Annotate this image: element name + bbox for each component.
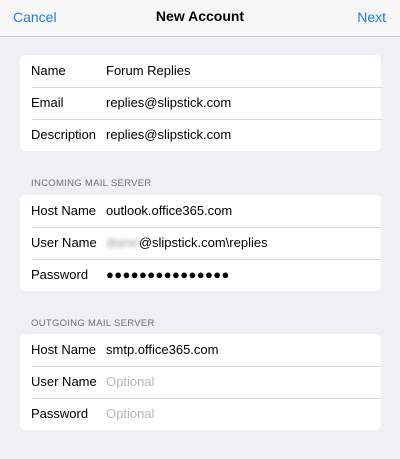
incoming-password-field[interactable]: ●●●●●●●●●●●●●●● <box>106 259 375 291</box>
outgoing-password-field[interactable]: Optional <box>106 398 375 430</box>
outgoing-host-field[interactable]: smtp.office365.com <box>106 334 375 366</box>
email-field[interactable]: replies@slipstick.com <box>106 87 375 119</box>
incoming-password-row[interactable]: Password ●●●●●●●●●●●●●●● <box>20 259 381 291</box>
outgoing-user-label: User Name <box>31 374 97 389</box>
incoming-user-domain: @slipstick.com\replies <box>138 235 268 250</box>
incoming-user-row[interactable]: User Name diane@slipstick.com\replies <box>20 227 381 259</box>
name-label: Name <box>31 63 66 78</box>
description-row[interactable]: Description replies@slipstick.com <box>20 119 381 151</box>
incoming-server-header: INCOMING MAIL SERVER <box>31 178 152 189</box>
incoming-user-field[interactable]: diane@slipstick.com\replies <box>106 227 375 259</box>
outgoing-user-row[interactable]: User Name Optional <box>20 366 381 398</box>
navigation-bar: Cancel New Account Next <box>0 0 400 37</box>
obscured-username: diane <box>106 235 138 250</box>
incoming-user-label: User Name <box>31 235 97 250</box>
outgoing-host-label: Host Name <box>31 342 97 357</box>
incoming-host-label: Host Name <box>31 203 97 218</box>
name-field[interactable]: Forum Replies <box>106 55 375 87</box>
name-row[interactable]: Name Forum Replies <box>20 55 381 87</box>
incoming-password-label: Password <box>31 267 89 282</box>
email-row[interactable]: Email replies@slipstick.com <box>20 87 381 119</box>
email-label: Email <box>31 95 64 110</box>
incoming-server-group: Host Name outlook.office365.com User Nam… <box>20 195 381 291</box>
outgoing-server-group: Host Name smtp.office365.com User Name O… <box>20 334 381 430</box>
outgoing-host-row[interactable]: Host Name smtp.office365.com <box>20 334 381 366</box>
description-label: Description <box>31 127 97 142</box>
outgoing-password-row[interactable]: Password Optional <box>20 398 381 430</box>
page-title: New Account <box>155 8 245 24</box>
account-info-group: Name Forum Replies Email replies@slipsti… <box>20 55 381 151</box>
description-field[interactable]: replies@slipstick.com <box>106 119 375 151</box>
incoming-host-field[interactable]: outlook.office365.com <box>106 195 375 227</box>
next-button[interactable]: Next <box>357 9 386 25</box>
outgoing-password-label: Password <box>31 406 89 421</box>
outgoing-user-field[interactable]: Optional <box>106 366 375 398</box>
incoming-host-row[interactable]: Host Name outlook.office365.com <box>20 195 381 227</box>
outgoing-server-header: OUTGOING MAIL SERVER <box>31 318 155 329</box>
